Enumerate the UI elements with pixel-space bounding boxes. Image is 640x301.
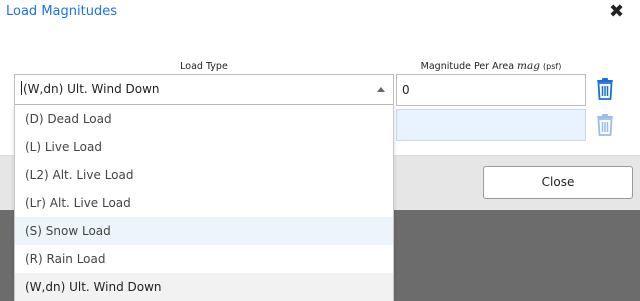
dialog-title: Load Magnitudes xyxy=(6,4,117,19)
caret-up-icon[interactable] xyxy=(377,87,385,92)
load-type-column-label: Load Type xyxy=(180,61,228,72)
close-button[interactable]: Close xyxy=(483,166,633,199)
dropdown-option-rain-load[interactable]: (R) Rain Load xyxy=(15,245,393,273)
trash-icon[interactable] xyxy=(596,78,614,100)
dropdown-option-snow-load[interactable]: (S) Snow Load xyxy=(15,217,393,245)
dropdown-option-dead-load[interactable]: (D) Dead Load xyxy=(15,105,393,133)
load-type-value: (W,dn) Ult. Wind Down xyxy=(23,82,160,96)
load-type-select[interactable]: (W,dn) Ult. Wind Down xyxy=(14,74,394,105)
magnitude-input[interactable]: 0 xyxy=(396,74,586,106)
load-type-dropdown: (D) Dead Load (L) Live Load (L2) Alt. Li… xyxy=(14,105,394,301)
magnitude-unit: (psf) xyxy=(543,62,562,71)
text-cursor xyxy=(21,81,22,95)
close-icon[interactable]: ✖ xyxy=(609,1,624,22)
dropdown-option-alt-live-load-l2[interactable]: (L2) Alt. Live Load xyxy=(15,161,393,189)
magnitude-label-text: Magnitude Per Area xyxy=(420,61,515,72)
dropdown-option-wind-down[interactable]: (W,dn) Ult. Wind Down xyxy=(15,273,393,301)
dropdown-option-live-load[interactable]: (L) Live Load xyxy=(15,133,393,161)
magnitude-input-empty[interactable] xyxy=(396,109,586,141)
magnitude-variable: mag xyxy=(517,60,540,72)
trash-icon-disabled[interactable] xyxy=(596,114,614,136)
magnitude-column-label: Magnitude Per Area mag (psf) xyxy=(396,60,586,72)
dropdown-option-alt-live-load-lr[interactable]: (Lr) Alt. Live Load xyxy=(15,189,393,217)
